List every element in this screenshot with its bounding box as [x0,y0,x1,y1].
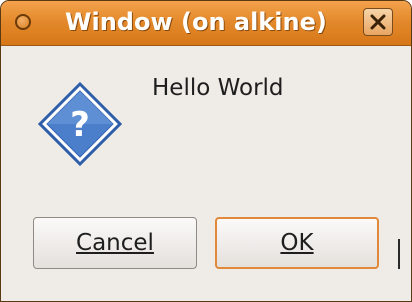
cancel-button-label: Cancel [76,230,154,256]
window-title: Window (on alkine) [65,8,327,36]
question-icon: ? [37,81,123,167]
close-button[interactable] [363,8,393,36]
dialog-message: Hello World [152,75,284,101]
resize-grip[interactable] [398,239,400,269]
title-bar[interactable]: Window (on alkine) [1,1,411,46]
cancel-button[interactable]: Cancel [33,217,197,269]
window-menu-icon[interactable] [15,14,31,30]
ok-button-label: OK [280,230,314,256]
dialog-window: Window (on alkine) ? Hello World Cancel … [0,0,412,302]
svg-text:?: ? [70,105,90,145]
close-icon [370,14,386,30]
ok-button[interactable]: OK [215,217,379,269]
